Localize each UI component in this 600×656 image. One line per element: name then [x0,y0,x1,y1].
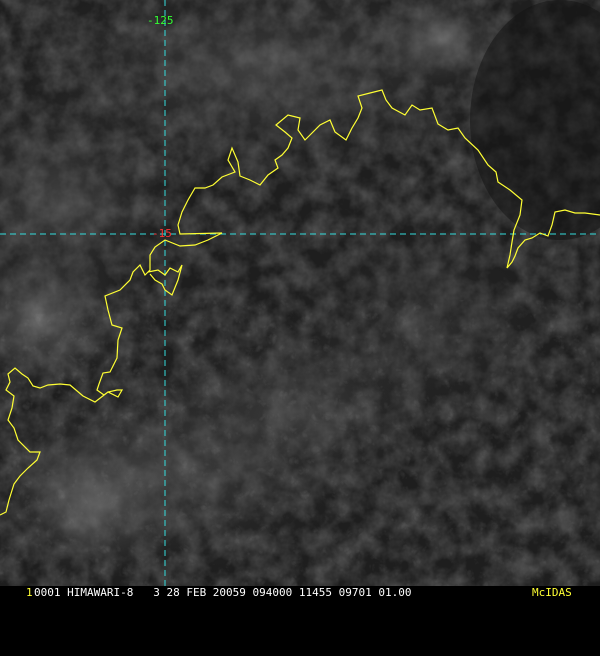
status-bar: 1 0001 HIMAWARI-8 3 28 FEB 20059 094000 … [0,586,600,600]
frame-number: 1 [26,586,33,599]
status-line: 0001 HIMAWARI-8 3 28 FEB 20059 094000 11… [34,586,412,599]
coastline [0,89,600,516]
satellite-viewer[interactable]: -125 -15 1 0001 HIMAWARI-8 3 28 FEB 2005… [0,0,600,600]
latitude-label: -15 [152,227,172,240]
mcidas-logo: McIDAS [532,586,572,599]
map-overlay [0,0,600,586]
longitude-label: -125 [147,14,174,27]
